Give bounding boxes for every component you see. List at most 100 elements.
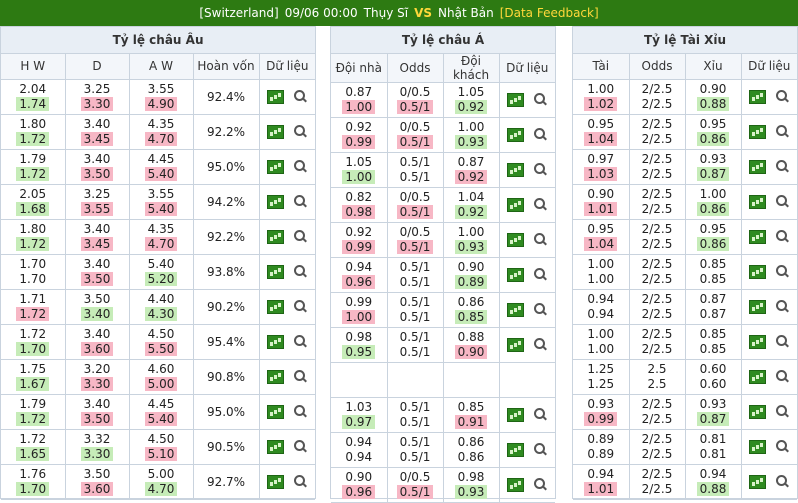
search-icon[interactable] [294,405,307,418]
odds-current-wrap: 4.90 [130,96,193,112]
odds-current: 1.01 [584,481,618,496]
search-icon[interactable] [776,405,789,418]
chart-icon[interactable] [749,439,767,454]
odds-current-wrap: 3.45 [66,131,129,147]
chart-icon[interactable] [749,159,767,174]
search-icon[interactable] [294,265,307,278]
chart-icon[interactable] [267,299,285,314]
search-icon[interactable] [776,125,789,138]
search-icon[interactable] [776,230,789,243]
search-icon[interactable] [534,303,547,316]
chart-icon[interactable] [749,474,767,489]
odds-current: 0.60 [699,376,727,391]
search-icon[interactable] [534,163,547,176]
data-feedback-link[interactable]: [Data Feedback] [500,6,599,20]
search-icon[interactable] [534,338,547,351]
chart-icon[interactable] [267,369,285,384]
chart-icon[interactable] [267,474,285,489]
chart-icon[interactable] [749,194,767,209]
search-icon[interactable] [294,160,307,173]
search-icon[interactable] [294,195,307,208]
chart-icon[interactable] [749,89,767,104]
search-icon[interactable] [294,440,307,453]
odds-cell: 3.40 3.45 [65,219,130,255]
search-icon[interactable] [776,370,789,383]
odds-current: 0.87 [696,166,730,181]
chart-icon[interactable] [749,299,767,314]
chart-icon[interactable] [507,302,525,317]
chart-icon[interactable] [749,369,767,384]
column-header: Xỉu [685,53,742,80]
search-icon[interactable] [776,195,789,208]
search-icon[interactable] [294,125,307,138]
data-tools [500,442,556,457]
search-icon[interactable] [294,370,307,383]
chart-icon[interactable] [749,404,767,419]
search-icon[interactable] [776,335,789,348]
table-row: 0.94 0.96 0.5/1 0.5/1 0.90 0.89 [331,257,556,293]
chart-icon[interactable] [749,334,767,349]
search-icon[interactable] [534,93,547,106]
odds-cell: 0.90 0.88 [685,79,742,115]
search-icon[interactable] [776,440,789,453]
search-icon[interactable] [534,233,547,246]
search-icon[interactable] [776,90,789,103]
search-icon[interactable] [534,443,547,456]
search-icon[interactable] [776,475,789,488]
search-icon[interactable] [776,265,789,278]
chart-icon[interactable] [749,264,767,279]
search-icon[interactable] [776,300,789,313]
chart-icon[interactable] [267,334,285,349]
chart-icon[interactable] [267,89,285,104]
chart-icon[interactable] [749,229,767,244]
search-icon[interactable] [294,90,307,103]
chart-icon[interactable] [507,232,525,247]
team-home-tag[interactable]: [Switzerland] [199,6,278,20]
search-icon[interactable] [534,128,547,141]
odds-cell: 3.40 3.50 [65,149,130,185]
search-icon[interactable] [776,160,789,173]
search-icon[interactable] [294,475,307,488]
chart-icon[interactable] [267,229,285,244]
search-icon[interactable] [534,198,547,211]
chart-icon[interactable] [267,194,285,209]
odds-current: 0.5/1 [399,449,431,464]
chart-icon[interactable] [507,197,525,212]
odds-current-wrap: 0.5/1 [388,345,443,360]
odds-cell: 2.05 1.68 [1,184,66,220]
odds-cell: 0.60 0.60 [685,359,742,395]
chart-icon[interactable] [507,162,525,177]
chart-icon[interactable] [507,477,525,492]
search-icon[interactable] [534,478,547,491]
search-icon[interactable] [534,408,547,421]
chart-icon[interactable] [267,124,285,139]
table-row: 0.92 0.99 0/0.5 0.5/1 1.00 0.93 [331,222,556,258]
odds-opening: 0.94 [345,434,373,449]
odds-current-wrap: 1.02 [573,96,629,112]
chart-icon[interactable] [507,407,525,422]
chart-icon[interactable] [507,267,525,282]
search-icon[interactable] [294,300,307,313]
odds-current: 2/2.5 [641,96,673,111]
odds-cell: 0.90 0.89 [443,257,500,293]
odds-cell: 3.20 3.30 [65,359,130,395]
chart-icon[interactable] [507,337,525,352]
chart-icon[interactable] [267,404,285,419]
chart-icon[interactable] [267,159,285,174]
data-tools-cell [259,324,316,360]
odds-current: 5.40 [144,411,178,426]
chart-icon[interactable] [507,127,525,142]
search-icon[interactable] [534,268,547,281]
chart-icon[interactable] [267,439,285,454]
chart-icon[interactable] [749,124,767,139]
odds-opening: 1.25 [587,361,615,376]
odds-current-wrap: 1.72 [1,166,65,182]
data-tools [742,404,798,419]
chart-icon[interactable] [507,442,525,457]
odds-opening: 2/2.5 [641,256,673,271]
search-icon[interactable] [294,335,307,348]
search-icon[interactable] [294,230,307,243]
chart-icon[interactable] [507,92,525,107]
chart-icon[interactable] [267,264,285,279]
table-row: 1.00 1.02 2/2.5 2/2.5 0.90 0.88 [573,79,798,115]
